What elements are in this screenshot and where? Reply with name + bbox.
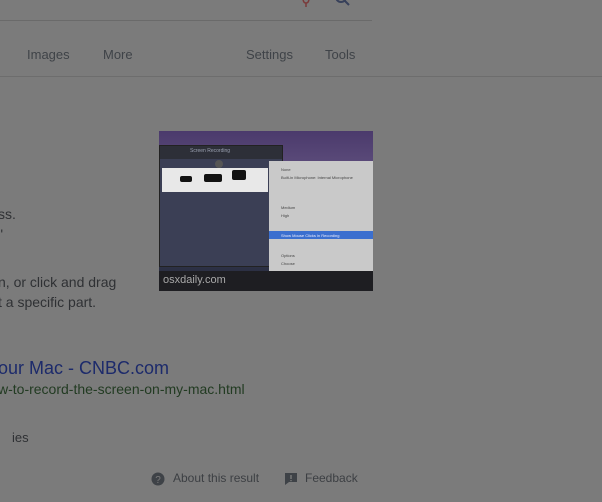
svg-text:?: ? <box>155 475 161 486</box>
options-menu: None Built-in Microphone: Internal Micro… <box>269 161 373 273</box>
screen-recording-window: Screen Recording <box>159 145 283 267</box>
feedback-link[interactable]: Feedback <box>305 471 358 485</box>
search-bar[interactable] <box>0 0 372 21</box>
tab-tools[interactable]: Tools <box>325 47 355 62</box>
menu-item: None <box>281 167 291 172</box>
menu-item: Options <box>281 253 295 258</box>
artifact <box>232 170 246 180</box>
featured-snippet-image[interactable]: Screen Recording None Built-in Microphon… <box>159 131 373 291</box>
feedback-icon[interactable] <box>284 472 298 486</box>
artifact <box>204 174 222 182</box>
artifact <box>180 176 192 182</box>
search-icon[interactable] <box>334 0 352 8</box>
result-url: w-to-record-the-screen-on-my-mac.html <box>0 381 245 397</box>
about-this-result-link[interactable]: About this result <box>173 471 259 485</box>
image-watermark: osxdaily.com <box>163 274 226 286</box>
record-button-icon <box>215 160 223 168</box>
snippet-line: ss. <box>0 206 16 222</box>
menu-item: Medium <box>281 205 296 210</box>
menu-item: High <box>281 213 290 218</box>
tabs-divider <box>0 76 602 77</box>
menu-item: Choose <box>281 261 295 266</box>
snippet-line: t a specific part. <box>0 294 97 310</box>
menu-item: Show Mouse Clicks in Recording <box>281 233 340 238</box>
tab-settings[interactable]: Settings <box>246 47 293 62</box>
snippet-line: " <box>0 226 3 242</box>
menu-item: Built-in Microphone: Internal Microphone <box>281 175 353 180</box>
help-icon[interactable]: ? <box>151 472 165 486</box>
window-titlebar: Screen Recording <box>160 146 282 159</box>
tab-images[interactable]: Images <box>27 47 70 62</box>
tab-more[interactable]: More <box>103 47 133 62</box>
microphone-icon[interactable] <box>298 0 314 8</box>
window-title: Screen Recording <box>190 148 231 154</box>
snippet-line: n, or click and drag <box>0 274 117 290</box>
result-title-link[interactable]: our Mac - CNBC.com <box>0 358 169 379</box>
result-extra-text: ies <box>12 430 29 445</box>
search-results-page: Images More Settings Tools ss. " n, or c… <box>0 0 602 502</box>
